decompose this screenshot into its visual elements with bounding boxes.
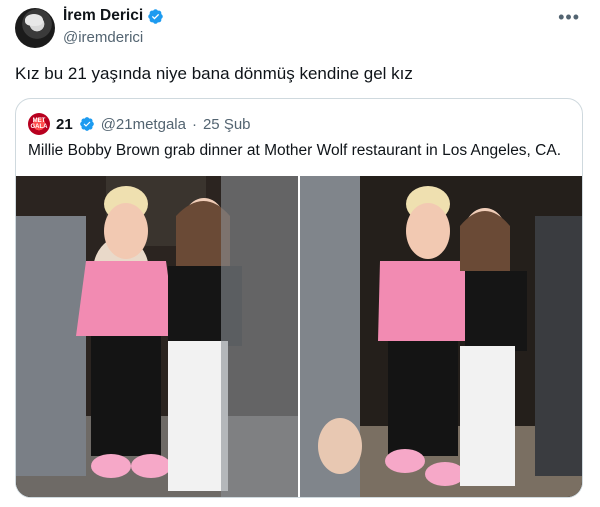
photo-left[interactable] <box>16 176 298 497</box>
more-options-icon[interactable]: ••• <box>558 8 580 26</box>
quoted-author-avatar[interactable]: MET GALA <box>28 113 50 135</box>
author-display-name[interactable]: İrem Derici <box>63 7 143 25</box>
author-handle[interactable]: @iremderici <box>63 29 143 46</box>
quoted-author-handle[interactable]: @21metgala <box>101 116 186 133</box>
photo-left-image <box>16 176 298 497</box>
quoted-tweet-text: Millie Bobby Brown grab dinner at Mother… <box>28 142 562 159</box>
quoted-tweet-header: MET GALA 21 @21metgala · 25 Şub <box>28 113 251 135</box>
tweet-text: Kız bu 21 yaşında niye bana dönmüş kendi… <box>15 64 413 83</box>
quoted-author-name[interactable]: 21 <box>56 116 73 133</box>
verified-badge-icon <box>79 117 94 131</box>
author-avatar[interactable] <box>15 8 55 48</box>
quoted-tweet[interactable]: MET GALA 21 @21metgala · 25 Şub Millie B… <box>15 98 583 498</box>
photo-right[interactable] <box>300 176 582 497</box>
quoted-tweet-date[interactable]: 25 Şub <box>203 116 251 133</box>
photo-grid <box>16 176 582 497</box>
author-name-row[interactable]: İrem Derici <box>63 7 164 25</box>
separator-dot: · <box>191 115 197 133</box>
verified-badge-icon <box>148 8 163 24</box>
photo-right-image <box>300 176 582 497</box>
